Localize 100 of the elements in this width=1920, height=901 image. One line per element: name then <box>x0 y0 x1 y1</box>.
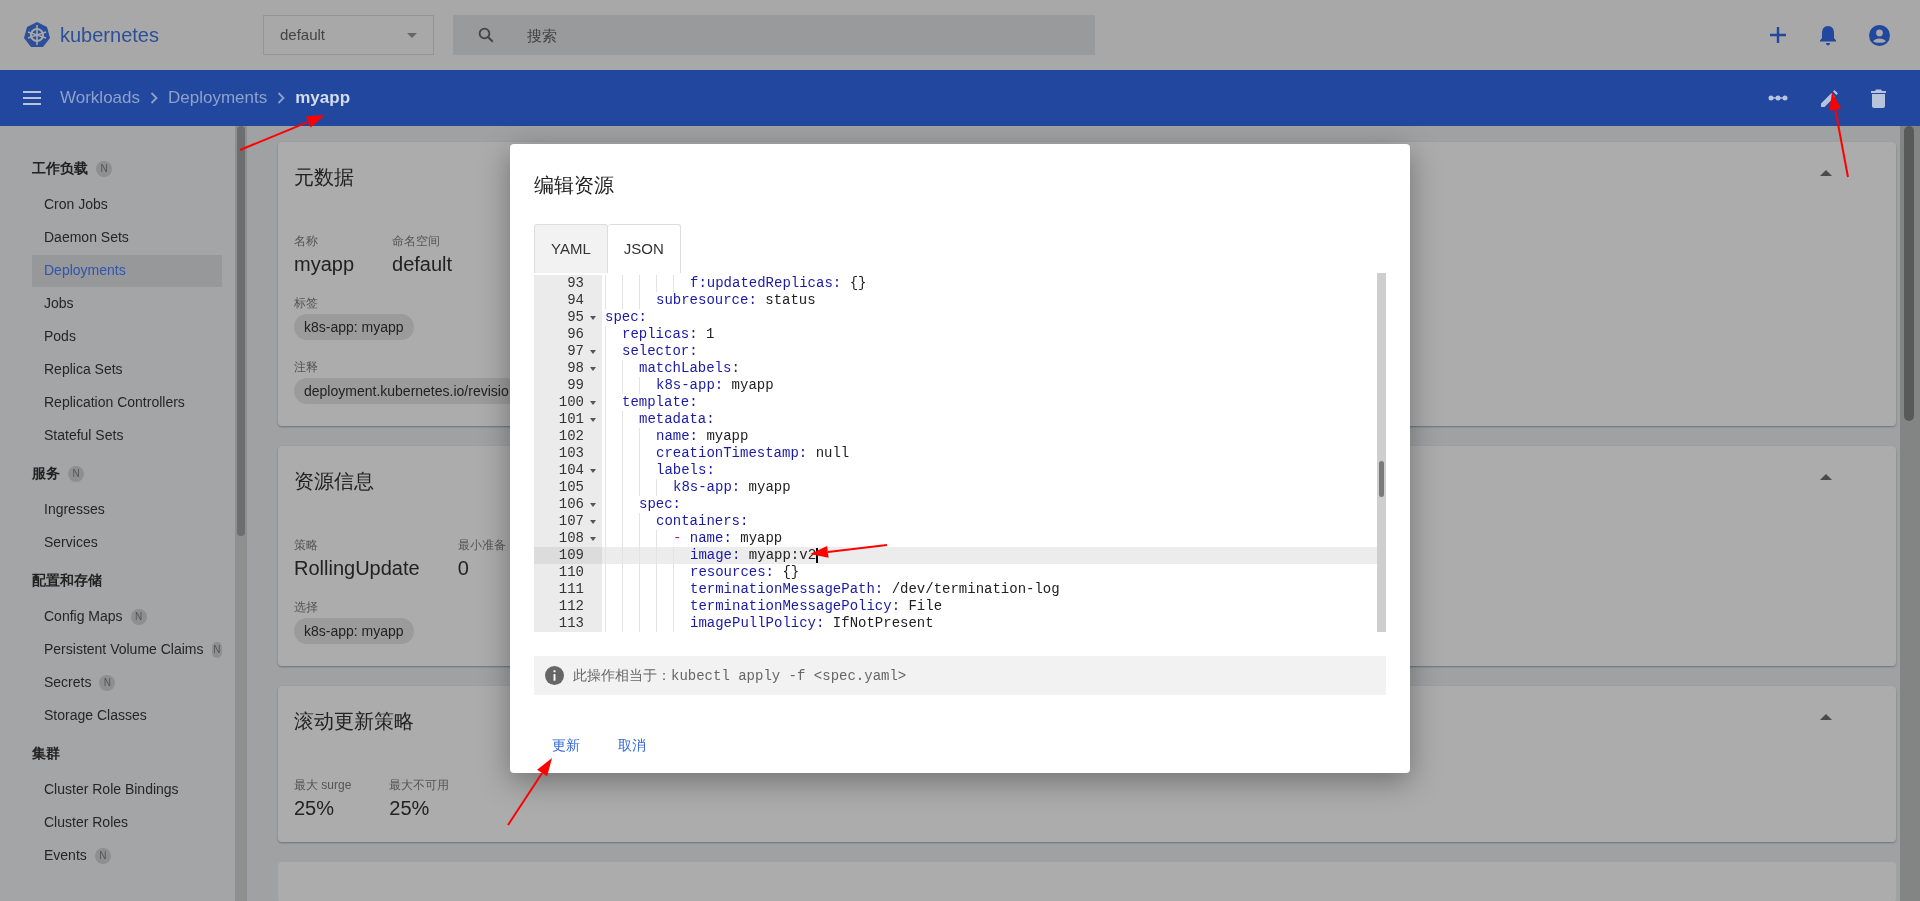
breadcrumb-link[interactable]: Workloads <box>60 85 140 111</box>
sidebar-item[interactable]: Persistent Volume Claims <box>32 633 204 666</box>
line-number: 111 <box>558 581 584 598</box>
line-number: 95 <box>567 309 584 326</box>
code-line: resources: {} <box>690 564 800 581</box>
trash-icon[interactable] <box>1871 88 1886 108</box>
editor-tab[interactable]: YAML <box>534 224 608 273</box>
scrollbar-thumb[interactable] <box>1904 126 1914 421</box>
code-line: - name: myapp <box>673 530 783 547</box>
code-line: spec: <box>639 496 681 513</box>
dialog-action-button[interactable]: 取消 <box>610 727 654 764</box>
fold-caret-icon[interactable] <box>590 502 596 507</box>
sidebar-item[interactable]: Jobs <box>32 287 74 320</box>
field-label: 名称 <box>294 234 318 248</box>
breadcrumb-link[interactable]: myapp <box>295 85 350 111</box>
editor-tab[interactable]: JSON <box>607 224 681 273</box>
code-line: labels: <box>656 462 715 479</box>
collapse-icon[interactable] <box>1820 714 1832 720</box>
bell-icon[interactable] <box>1819 24 1837 46</box>
search-icon <box>476 26 495 44</box>
code-line: terminationMessagePath: /dev/termination-log <box>690 581 1060 598</box>
dialog-title: 编辑资源 <box>534 173 615 198</box>
code-line: k8s-app: myapp <box>673 479 791 496</box>
sidebar-item[interactable]: Secrets <box>32 666 92 699</box>
line-number: 105 <box>558 479 584 496</box>
sidebar-item[interactable]: Daemon Sets <box>32 221 129 254</box>
code-line: replicas: 1 <box>622 326 715 343</box>
helm-wheel-logo-icon <box>23 21 51 49</box>
line-number: 99 <box>567 377 584 394</box>
code-line: creationTimestamp: null <box>656 445 850 462</box>
label-chip: k8s-app: myapp <box>294 618 414 644</box>
info-icon <box>545 666 564 685</box>
new-badge: N <box>130 608 147 625</box>
scrollbar-thumb[interactable] <box>237 126 245 536</box>
scrollbar-thumb[interactable] <box>1379 461 1384 497</box>
code-line: metadata: <box>639 411 715 428</box>
code-line: terminationMessagePolicy: File <box>690 598 943 615</box>
sidebar-item[interactable]: Replica Sets <box>32 353 123 386</box>
logo-text: kubernetes <box>60 23 159 48</box>
line-number: 103 <box>558 445 584 462</box>
fold-caret-icon[interactable] <box>590 315 596 320</box>
line-number: 100 <box>558 394 584 411</box>
collapse-icon[interactable] <box>1820 170 1832 176</box>
field-label: 标签 <box>294 296 318 310</box>
plus-icon[interactable] <box>1769 26 1787 44</box>
code-line: containers: <box>656 513 749 530</box>
fold-caret-icon[interactable] <box>590 519 596 524</box>
fold-caret-icon[interactable] <box>590 366 596 371</box>
field-value: 25% <box>294 796 335 820</box>
line-number: 96 <box>567 326 584 343</box>
sidebar-item[interactable]: Events <box>32 839 87 872</box>
sidebar-item[interactable]: Services <box>32 526 98 559</box>
sidebar-item[interactable]: Replication Controllers <box>32 386 185 419</box>
fold-caret-icon[interactable] <box>590 468 596 473</box>
card-title: 资源信息 <box>294 469 374 494</box>
fold-caret-icon[interactable] <box>590 536 596 541</box>
new-badge: N <box>99 674 116 691</box>
sidebar-item[interactable]: Cluster Role Bindings <box>32 773 179 806</box>
account-icon[interactable] <box>1869 24 1890 46</box>
collapse-icon[interactable] <box>1820 474 1832 480</box>
line-number: 106 <box>558 496 584 513</box>
breadcrumb-link[interactable]: Deployments <box>168 85 268 111</box>
field-value: 0 <box>457 556 469 580</box>
sidebar-item[interactable]: Cluster Roles <box>32 806 129 839</box>
code-line: k8s-app: myapp <box>656 377 774 394</box>
field-value: myapp <box>294 252 355 276</box>
code-line: imagePullPolicy: IfNotPresent <box>690 615 934 632</box>
sidebar-item[interactable]: Storage Classes <box>32 699 147 732</box>
card-title: 元数据 <box>294 165 354 190</box>
line-number: 93 <box>567 275 584 292</box>
dropdown-caret-icon <box>406 32 417 38</box>
field-label: 最小准备 <box>457 538 506 552</box>
fold-caret-icon[interactable] <box>590 400 596 405</box>
line-number: 102 <box>558 428 584 445</box>
connection-dots-icon[interactable] <box>1768 94 1788 102</box>
fold-caret-icon[interactable] <box>590 349 596 354</box>
field-value: default <box>392 252 453 276</box>
sidebar-item[interactable]: Cron Jobs <box>32 188 108 221</box>
line-number: 101 <box>558 411 584 428</box>
sidebar-item[interactable]: Stateful Sets <box>32 419 124 452</box>
sidebar-item[interactable]: Ingresses <box>32 493 105 526</box>
info-text: 此操作相当于：kubectl apply -f <spec.yaml> <box>573 665 907 686</box>
annotation-arrow <box>507 758 552 826</box>
code-line: image: myapp:v2 <box>690 547 817 564</box>
line-number: 104 <box>558 462 584 479</box>
chevron-right-icon <box>150 92 158 104</box>
menu-icon[interactable] <box>22 91 42 105</box>
search-field[interactable]: 搜索 <box>452 15 1095 55</box>
sidebar-item[interactable]: Config Maps <box>32 600 123 633</box>
field-value: RollingUpdate <box>294 556 420 580</box>
line-number: 107 <box>558 513 584 530</box>
code-line: matchLabels: <box>639 360 740 377</box>
code-line: name: myapp <box>656 428 749 445</box>
code-line: spec: <box>605 309 647 326</box>
namespace-select[interactable]: default <box>262 15 434 55</box>
sidebar-item[interactable]: Pods <box>32 320 76 353</box>
fold-caret-icon[interactable] <box>590 417 596 422</box>
code-line: f:updatedReplicas: {} <box>690 275 867 292</box>
field-label: 最大不可用 <box>389 778 450 792</box>
dialog-action-button[interactable]: 更新 <box>544 727 588 764</box>
